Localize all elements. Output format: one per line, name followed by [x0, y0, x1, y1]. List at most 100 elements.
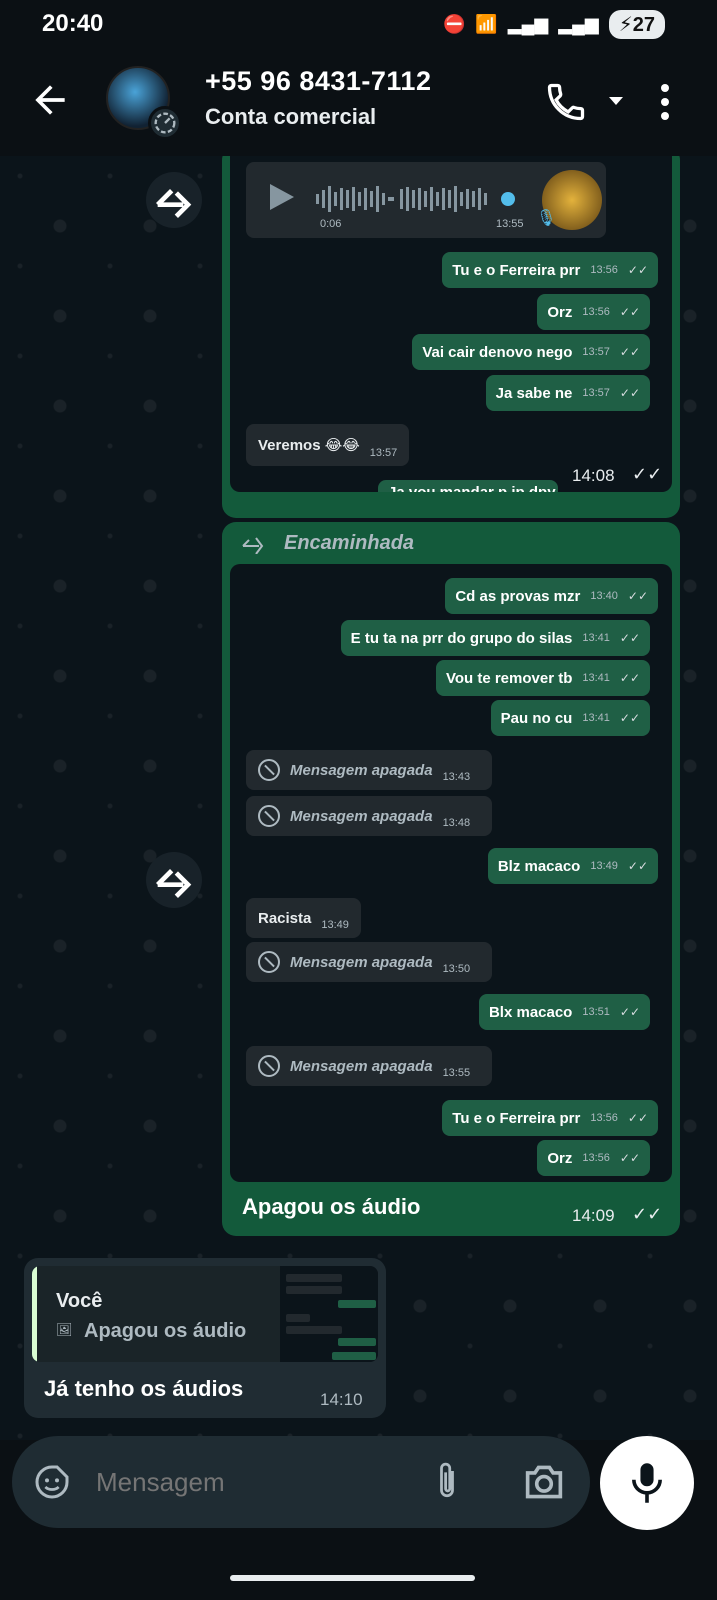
msg-text: Blz macaco	[497, 857, 581, 875]
deleted-icon	[258, 951, 280, 973]
msg-time: 13:57	[582, 346, 610, 358]
msg-time: 13:56	[590, 1112, 618, 1124]
sticker-icon[interactable]	[32, 1462, 72, 1502]
msg-text: Mensagem apagada	[290, 761, 433, 779]
msg-text: Vai cair denovo nego	[422, 343, 573, 361]
msg-deleted: Mensagem apagada 13:48	[246, 796, 492, 836]
msg-time: 13:41	[582, 632, 610, 644]
double-check-icon: ✓✓	[627, 1111, 648, 1125]
more-options-icon[interactable]	[660, 82, 670, 122]
msg-time: 13:41	[582, 712, 610, 724]
signal-icon: ▂▄▆	[507, 14, 549, 34]
msg-time: 13:43	[442, 771, 471, 783]
msg-deleted: Mensagem apagada 13:55	[246, 1046, 492, 1086]
double-check-icon: ✓✓	[619, 1005, 640, 1019]
msg-text: Orz	[547, 303, 573, 321]
msg-in: Racista 13:49	[246, 898, 361, 938]
chat-header: +55 96 8431-7112 Conta comercial	[0, 50, 717, 156]
msg-deleted: Mensagem apagada 13:50	[246, 942, 492, 982]
message-composer[interactable]	[12, 1436, 590, 1528]
contact-name[interactable]: +55 96 8431-7112	[205, 66, 431, 97]
quote-bar	[32, 1266, 37, 1362]
double-check-icon: ✓✓	[619, 305, 640, 319]
mic-icon	[632, 1463, 662, 1503]
chevron-down-icon[interactable]	[607, 94, 625, 108]
double-check-icon: ✓✓	[632, 1204, 663, 1224]
status-icons: ⛔ 📶 ▂▄▆ ▂▄▆ ⚡27	[443, 10, 665, 39]
voice-note[interactable]: 0:06 13:55 🎙	[246, 162, 606, 238]
msg-text: Blx macaco	[488, 1003, 573, 1021]
back-arrow-icon[interactable]	[28, 78, 72, 122]
msg-out: Blx macaco 13:51 ✓✓	[478, 994, 650, 1030]
message-bubble-image[interactable]: 0:06 13:55 🎙 Tu e o Ferreira prr 13:56 ✓✓ …	[222, 156, 680, 518]
msg-time: 13:49	[321, 919, 349, 931]
home-gesture-bar[interactable]	[230, 1575, 475, 1581]
message-image[interactable]: 0:06 13:55 🎙 Tu e o Ferreira prr 13:56 ✓✓ …	[230, 156, 672, 492]
msg-out: Vai cair denovo nego 13:57 ✓✓	[412, 334, 650, 370]
msg-out: Cd as provas mzr 13:40 ✓✓	[445, 578, 658, 614]
msg-time: 13:49	[590, 860, 618, 872]
chat-area[interactable]: 0:06 13:55 🎙 Tu e o Ferreira prr 13:56 ✓✓ …	[0, 156, 717, 1440]
msg-time: 13:51	[582, 1006, 610, 1018]
battery-level: 27	[632, 14, 655, 36]
message-caption: Apagou os áudio	[242, 1194, 421, 1219]
msg-out: Tu e o Ferreira prr 13:56 ✓✓	[442, 252, 658, 288]
double-check-icon: ✓✓	[619, 631, 640, 645]
msg-text: Racista	[258, 909, 312, 927]
double-check-icon: ✓✓	[619, 386, 640, 400]
forwarded-icon	[242, 537, 264, 554]
double-check-icon: ✓✓	[627, 589, 648, 603]
message-time: 14:09	[572, 1206, 615, 1225]
msg-text: Tu e o Ferreira prr	[452, 1109, 581, 1127]
msg-out: Vou te remover tb 13:41 ✓✓	[435, 660, 650, 696]
deleted-icon	[258, 759, 280, 781]
msg-out: Blz macaco 13:49 ✓✓	[487, 848, 658, 884]
message-text: Já tenho os áudios	[44, 1376, 244, 1401]
wifi-icon: 📶	[475, 14, 498, 34]
msg-text: Cd as provas mzr	[455, 587, 581, 605]
status-bar: 20:40 ⛔ 📶 ▂▄▆ ▂▄▆ ⚡27	[0, 0, 717, 50]
msg-text: Pau no cu	[500, 709, 573, 727]
deleted-icon	[258, 1055, 280, 1077]
attach-icon[interactable]	[430, 1460, 464, 1504]
msg-time: 13:56	[582, 1152, 610, 1164]
forward-button[interactable]	[146, 172, 202, 228]
quote-text: Apagou os áudio	[84, 1320, 247, 1342]
voice-call-icon[interactable]	[544, 80, 588, 124]
msg-time: 13:56	[582, 306, 610, 318]
msg-text: Mensagem apagada	[290, 1057, 433, 1075]
msg-deleted: Mensagem apagada 13:43	[246, 750, 492, 790]
double-check-icon: ✓✓	[619, 1151, 640, 1165]
dnd-icon: ⛔	[442, 14, 466, 34]
play-icon[interactable]	[268, 182, 296, 212]
message-bubble-reply[interactable]: Você 🖼 Apagou os áudio Já tenho os áudio…	[24, 1258, 386, 1418]
msg-out: Tu e o Ferreira prr 13:56 ✓✓	[442, 1100, 658, 1136]
message-input[interactable]	[96, 1462, 396, 1502]
msg-time: 13:56	[590, 264, 618, 276]
msg-time: 13:50	[442, 963, 471, 975]
msg-text: E tu ta na prr do grupo do silas	[350, 629, 573, 647]
message-bubble-forwarded[interactable]: Encaminhada Cd as provas mzr 13:40 ✓✓ E tu…	[222, 522, 680, 1236]
msg-time: 13:48	[442, 817, 471, 829]
camera-icon[interactable]	[522, 1462, 566, 1502]
msg-text: Veremos 😂😂	[258, 437, 360, 454]
voice-record-button[interactable]	[600, 1436, 694, 1530]
business-badge-icon	[148, 106, 182, 140]
image-icon: 🖼	[56, 1322, 73, 1337]
quoted-message[interactable]: Você 🖼 Apagou os áudio	[32, 1266, 378, 1362]
msg-text: Ja sabe ne	[495, 384, 573, 402]
system-nav-bar	[0, 1540, 717, 1600]
double-check-icon: ✓✓	[627, 263, 648, 277]
voice-time: 13:55	[496, 218, 524, 230]
msg-time: 13:55	[442, 1067, 471, 1079]
message-time: 14:10	[320, 1390, 363, 1409]
double-check-icon: ✓✓	[627, 859, 648, 873]
message-image[interactable]: Cd as provas mzr 13:40 ✓✓ E tu ta na prr d…	[230, 564, 672, 1182]
msg-time: 13:40	[590, 590, 618, 602]
msg-time: 13:57	[369, 447, 398, 459]
contact-subtitle: Conta comercial	[205, 104, 377, 129]
battery-badge: ⚡27	[608, 10, 665, 39]
double-check-icon: ✓✓	[619, 671, 640, 685]
forward-button[interactable]	[146, 852, 202, 908]
msg-time: 13:41	[582, 672, 610, 684]
